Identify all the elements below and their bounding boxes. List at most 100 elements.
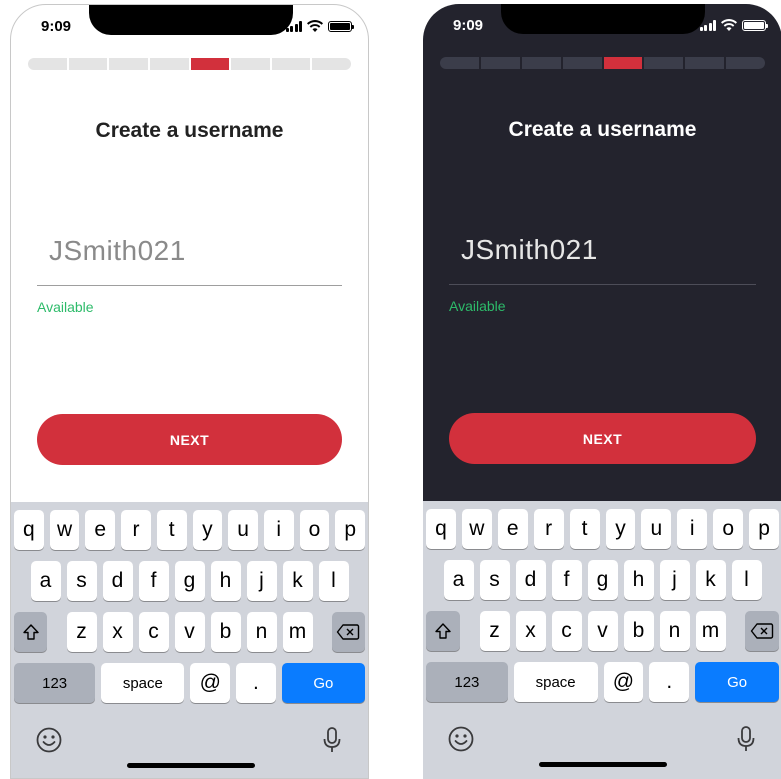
key-d[interactable]: d (102, 561, 133, 601)
key-a[interactable]: a (443, 560, 474, 600)
key-s[interactable]: s (479, 560, 510, 600)
key-c[interactable]: c (551, 611, 582, 651)
key-h[interactable]: h (210, 561, 241, 601)
key-h[interactable]: h (623, 560, 654, 600)
microphone-icon[interactable] (736, 725, 756, 753)
progress-segment (521, 57, 561, 69)
progress-segment (149, 58, 189, 70)
keyboard-row-4: 123 space @ . Go (426, 662, 779, 702)
key-v[interactable]: v (587, 611, 618, 651)
key-k[interactable]: k (282, 561, 313, 601)
go-key[interactable]: Go (281, 663, 365, 703)
key-n[interactable]: n (659, 611, 690, 651)
key-w[interactable]: w (461, 509, 492, 549)
key-z[interactable]: z (66, 612, 97, 652)
battery-icon (742, 19, 768, 31)
emoji-icon[interactable] (447, 725, 475, 753)
page-title: Create a username (95, 119, 284, 142)
key-x[interactable]: x (102, 612, 133, 652)
signup-progress-bar (28, 58, 351, 70)
key-z[interactable]: z (479, 611, 510, 651)
key-r[interactable]: r (533, 509, 564, 549)
space-key[interactable]: space (101, 663, 185, 703)
key-k[interactable]: k (695, 560, 726, 600)
key-o[interactable]: o (299, 510, 330, 550)
key-e[interactable]: e (85, 510, 116, 550)
key-t[interactable]: t (156, 510, 187, 550)
delete-icon[interactable] (331, 612, 365, 652)
shift-icon[interactable] (426, 611, 461, 651)
at-key[interactable]: @ (603, 662, 644, 702)
at-key[interactable]: @ (190, 663, 231, 703)
wifi-icon (307, 20, 323, 32)
signup-progress-bar (440, 57, 765, 69)
key-m[interactable]: m (282, 612, 313, 652)
numbers-key[interactable]: 123 (426, 662, 508, 702)
username-input-underline (37, 285, 342, 286)
progress-segment (312, 58, 351, 70)
username-input[interactable]: JSmith021 (461, 234, 598, 266)
key-j[interactable]: j (246, 561, 277, 601)
key-t[interactable]: t (569, 509, 600, 549)
device-notch (501, 4, 705, 34)
home-indicator (127, 763, 255, 768)
emoji-icon[interactable] (35, 726, 63, 754)
dot-key[interactable]: . (649, 662, 690, 702)
key-u[interactable]: u (641, 509, 672, 549)
key-w[interactable]: w (49, 510, 80, 550)
key-p[interactable]: p (335, 510, 366, 550)
keyboard-bottom-bar (423, 725, 781, 767)
key-m[interactable]: m (695, 611, 726, 651)
key-f[interactable]: f (138, 561, 169, 601)
next-button[interactable]: NEXT (37, 414, 342, 465)
key-i[interactable]: i (263, 510, 294, 550)
keyboard-row-3: zxcvbnm (14, 612, 365, 652)
key-q[interactable]: q (13, 510, 44, 550)
availability-status: Available (449, 298, 506, 314)
key-q[interactable]: q (425, 509, 456, 549)
username-input[interactable]: JSmith021 (49, 235, 186, 267)
key-n[interactable]: n (246, 612, 277, 652)
progress-segment (109, 58, 148, 70)
next-button[interactable]: NEXT (449, 413, 756, 464)
space-key[interactable]: space (513, 662, 598, 702)
key-f[interactable]: f (551, 560, 582, 600)
key-y[interactable]: y (605, 509, 636, 549)
progress-segment (28, 58, 67, 70)
numbers-key[interactable]: 123 (14, 663, 96, 703)
key-o[interactable]: o (713, 509, 744, 549)
home-indicator (539, 762, 667, 767)
delete-icon[interactable] (744, 611, 779, 651)
key-j[interactable]: j (659, 560, 690, 600)
key-l[interactable]: l (731, 560, 762, 600)
key-g[interactable]: g (174, 561, 205, 601)
key-s[interactable]: s (66, 561, 97, 601)
key-x[interactable]: x (515, 611, 546, 651)
key-u[interactable]: u (228, 510, 258, 550)
microphone-icon[interactable] (322, 726, 342, 754)
key-g[interactable]: g (587, 560, 618, 600)
keyboard-row-2: asdfghjkl (14, 561, 365, 601)
phone-light-theme: 9:09 Create a username JSmith021 Availab… (10, 4, 369, 779)
dot-key[interactable]: . (236, 663, 276, 703)
shift-icon[interactable] (14, 612, 48, 652)
key-b[interactable]: b (210, 612, 241, 652)
status-icons (285, 20, 354, 32)
key-l[interactable]: l (318, 561, 349, 601)
key-b[interactable]: b (623, 611, 654, 651)
key-c[interactable]: c (138, 612, 169, 652)
key-p[interactable]: p (749, 509, 780, 549)
key-d[interactable]: d (515, 560, 546, 600)
key-e[interactable]: e (497, 509, 528, 549)
phone-dark-theme: 9:09 Create a username JSmith021 Availab… (423, 4, 781, 779)
key-a[interactable]: a (30, 561, 61, 601)
keyboard-row-4: 123 space @ . Go (14, 663, 365, 703)
progress-segment (726, 57, 765, 69)
key-v[interactable]: v (174, 612, 205, 652)
key-y[interactable]: y (192, 510, 223, 550)
go-key[interactable]: Go (695, 662, 779, 702)
wifi-icon (721, 19, 737, 31)
key-i[interactable]: i (677, 509, 708, 549)
key-r[interactable]: r (121, 510, 151, 550)
availability-status: Available (37, 299, 94, 315)
